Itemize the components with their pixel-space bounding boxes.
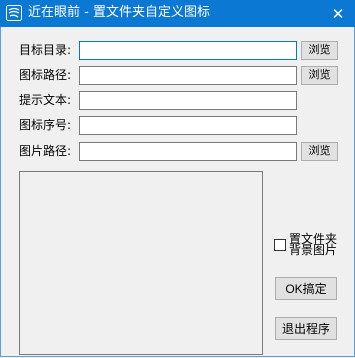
- exit-button[interactable]: 退出程序: [275, 317, 337, 340]
- icon-index-label: 图标序号:: [19, 118, 72, 132]
- icon-index-input[interactable]: [79, 116, 297, 135]
- target-dir-input[interactable]: [79, 41, 297, 60]
- set-background-label[interactable]: 置文件夹背景图片: [289, 233, 345, 256]
- icon-preview-box: [19, 171, 263, 355]
- title-bar: 近在眼前 - 置文件夹自定义图标 ✕: [0, 0, 355, 27]
- set-background-checkbox[interactable]: [274, 239, 286, 251]
- image-path-input[interactable]: [79, 142, 297, 161]
- dialog-body: 目标目录: 浏览 图标路径: 浏览 提示文本: 图标序号: 图片路径: 浏览 置…: [0, 27, 355, 357]
- app-logo-icon: [6, 5, 22, 21]
- target-dir-browse-button[interactable]: 浏览: [301, 41, 338, 60]
- image-path-label: 图片路径:: [19, 144, 72, 158]
- ok-button[interactable]: OK搞定: [275, 277, 337, 300]
- target-dir-label: 目标目录:: [19, 43, 72, 57]
- tooltip-text-input[interactable]: [79, 91, 297, 110]
- window-title: 近在眼前 - 置文件夹自定义图标: [28, 5, 210, 20]
- icon-path-input[interactable]: [79, 66, 297, 85]
- icon-path-browse-button[interactable]: 浏览: [301, 66, 338, 85]
- close-button[interactable]: ✕: [321, 0, 355, 27]
- close-icon: ✕: [331, 4, 345, 23]
- tooltip-text-label: 提示文本:: [19, 93, 72, 107]
- icon-path-label: 图标路径:: [19, 68, 72, 82]
- image-path-browse-button[interactable]: 浏览: [301, 142, 338, 161]
